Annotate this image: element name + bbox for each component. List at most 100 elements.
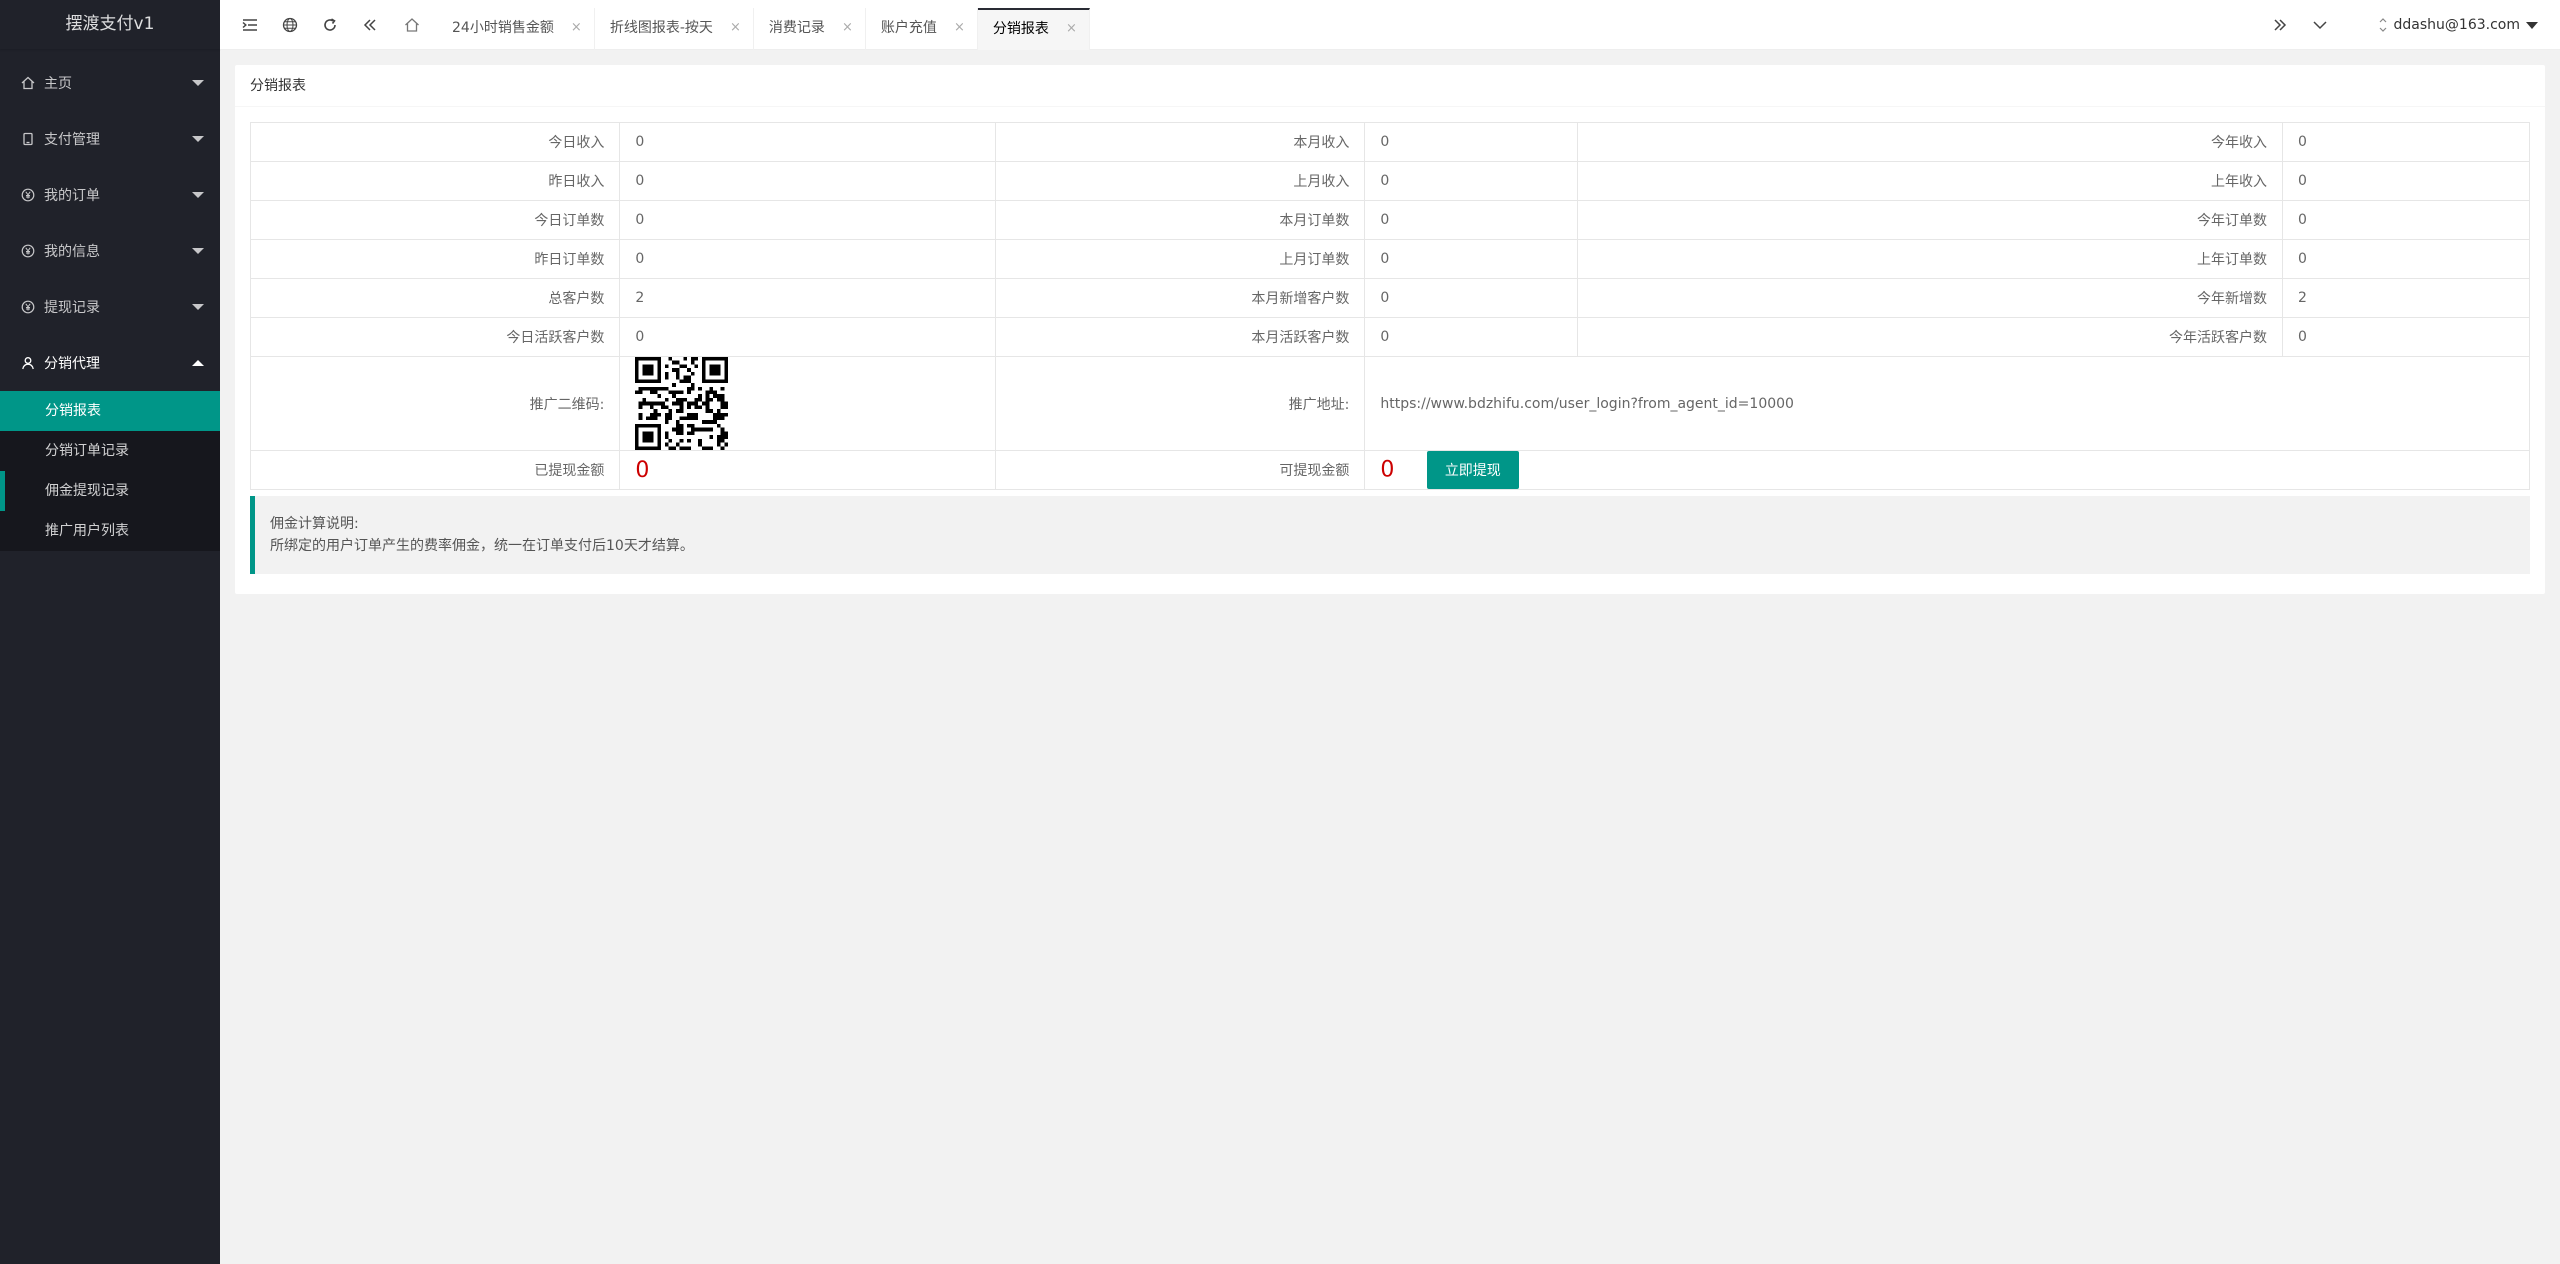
qr-code-image: [635, 357, 729, 450]
stat-value: 0: [619, 161, 996, 201]
report-card: 分销报表 今日收入 0 本月收入 0 今年收入 0 昨日收入 0 上月收入 0 上年收入 0 今日订单数…: [235, 65, 2545, 594]
available-amount-value: 0: [1380, 457, 1395, 483]
stat-value: 0: [1364, 122, 1578, 162]
chevron-up-icon: [192, 360, 204, 366]
commission-note: 佣金计算说明: 所绑定的用户订单产生的费率佣金，统一在订单支付后10天才结算。: [250, 496, 2530, 574]
sidebar-item-orders[interactable]: 我的订单: [0, 167, 220, 223]
sidebar-subitem-commission-withdrawals[interactable]: 佣金提现记录: [0, 471, 220, 511]
tab-label: 折线图报表-按天: [609, 20, 713, 36]
table-row: 推广二维码: 推广地址: https://www.bdzhifu.com/use…: [249, 356, 2530, 451]
stat-label: 本月收入: [994, 122, 1366, 162]
close-icon[interactable]: ×: [571, 8, 582, 48]
stat-value: 2: [2282, 278, 2530, 318]
sidebar-item-label: 分销代理: [44, 356, 100, 372]
user-email: ddashu@163.com: [2393, 17, 2520, 33]
yen-icon: [20, 187, 36, 203]
stat-label: 总客户数: [249, 278, 621, 318]
sidebar-subitem-agent-report[interactable]: 分销报表: [0, 391, 220, 431]
qr-cell: [619, 356, 996, 451]
tab-line-chart-daily[interactable]: 折线图报表-按天 ×: [595, 8, 754, 50]
card-icon: [20, 131, 36, 147]
available-amount-label: 可提现金额: [994, 450, 1366, 490]
close-icon[interactable]: ×: [954, 8, 965, 48]
sidebar-item-payment[interactable]: 支付管理: [0, 111, 220, 167]
yen-icon: [20, 243, 36, 259]
tabs-scroll-left-icon[interactable]: [350, 0, 390, 50]
sidebar-item-withdrawals[interactable]: 提现记录: [0, 279, 220, 335]
stat-label: 上年收入: [1576, 161, 2284, 201]
table-row: 总客户数 2 本月新增客户数 0 今年新增数 2: [249, 278, 2530, 318]
stat-label: 今日活跃客户数: [249, 317, 621, 357]
stat-value: 0: [1364, 200, 1578, 240]
stat-value: 0: [1364, 239, 1578, 279]
withdrawn-amount-cell: 0: [619, 450, 996, 490]
app-logo-title[interactable]: 摆渡支付v1: [0, 0, 220, 49]
stat-value: 0: [2282, 122, 2530, 162]
globe-icon[interactable]: [270, 0, 310, 50]
stat-label: 上年订单数: [1576, 239, 2284, 279]
yen-icon: [20, 299, 36, 315]
table-row: 今日收入 0 本月收入 0 今年收入 0: [249, 122, 2530, 162]
stat-value: 0: [619, 239, 996, 279]
stat-value: 0: [2282, 161, 2530, 201]
sidebar: 摆渡支付v1 主页 支付管理 我的订单 我的信息 提现记录 分销代理 分销报表 …: [0, 0, 220, 1264]
card-body: 今日收入 0 本月收入 0 今年收入 0 昨日收入 0 上月收入 0 上年收入 0 今日订单数 0 本月订单…: [235, 107, 2545, 594]
sidebar-subitem-promoted-users[interactable]: 推广用户列表: [0, 511, 220, 551]
home-icon: [20, 75, 36, 91]
stat-value: 2: [619, 278, 996, 318]
home-tab-icon[interactable]: [392, 0, 432, 50]
stat-label: 本月新增客户数: [994, 278, 1366, 318]
stat-value: 0: [1364, 278, 1578, 318]
tab-24h-sales[interactable]: 24小时销售金额 ×: [437, 8, 595, 50]
user-menu[interactable]: ddashu@163.com: [2394, 0, 2560, 50]
table-row: 已提现金额 0 可提现金额 0 立即提现: [249, 450, 2530, 490]
caret-down-icon: [2526, 21, 2538, 29]
stat-value: 0: [2282, 239, 2530, 279]
promo-url-value[interactable]: https://www.bdzhifu.com/user_login?from_…: [1364, 356, 2530, 451]
tab-consumption-records[interactable]: 消费记录 ×: [754, 8, 866, 50]
close-icon[interactable]: ×: [1066, 10, 1077, 48]
note-title: 佣金计算说明:: [270, 516, 359, 532]
user-icon: [20, 355, 36, 371]
qr-label: 推广二维码:: [249, 356, 621, 451]
chevron-down-icon: [192, 136, 204, 142]
tab-label: 账户充值: [880, 20, 937, 36]
sidebar-item-info[interactable]: 我的信息: [0, 223, 220, 279]
stat-label: 今年新增数: [1576, 278, 2284, 318]
stat-label: 本月活跃客户数: [994, 317, 1366, 357]
sidebar-item-label: 我的订单: [44, 188, 100, 204]
stat-label: 今年活跃客户数: [1576, 317, 2284, 357]
promo-url-label: 推广地址:: [994, 356, 1366, 451]
stat-label: 今日收入: [249, 122, 621, 162]
close-icon[interactable]: ×: [842, 8, 853, 48]
sidebar-item-agent[interactable]: 分销代理: [0, 335, 220, 391]
stat-value: 0: [1364, 317, 1578, 357]
report-table: 今日收入 0 本月收入 0 今年收入 0 昨日收入 0 上月收入 0 上年收入 0 今日订单数 0 本月订单…: [249, 122, 2530, 490]
sidebar-item-home[interactable]: 主页: [0, 55, 220, 111]
stat-label: 本月订单数: [994, 200, 1366, 240]
refresh-icon[interactable]: [310, 0, 350, 50]
table-row: 今日订单数 0 本月订单数 0 今年订单数 0: [249, 200, 2530, 240]
sidebar-subnav: 分销报表 分销订单记录 佣金提现记录 推广用户列表: [0, 391, 220, 551]
chevron-down-icon: [192, 80, 204, 86]
tab-agent-report[interactable]: 分销报表 ×: [977, 8, 1090, 50]
tabs-menu-chevron-down-icon[interactable]: [2300, 0, 2340, 50]
tab-label: 消费记录: [768, 20, 825, 36]
close-icon[interactable]: ×: [730, 8, 741, 48]
chevron-down-icon: [192, 248, 204, 254]
tab-bar: 24小时销售金额 × 折线图报表-按天 × 消费记录 × 账户充值 × 分销报表…: [437, 8, 1090, 50]
stat-value: 0: [1364, 161, 1578, 201]
sidebar-item-label: 提现记录: [44, 300, 100, 316]
menu-toggle-icon[interactable]: [230, 0, 270, 50]
withdrawn-amount-label: 已提现金额: [249, 450, 621, 490]
sidebar-subitem-agent-orders[interactable]: 分销订单记录: [0, 431, 220, 471]
stat-value: 0: [619, 317, 996, 357]
stat-value: 0: [619, 122, 996, 162]
tabs-scroll-right-icon[interactable]: [2260, 0, 2300, 50]
stat-label: 今年收入: [1576, 122, 2284, 162]
withdraw-now-button[interactable]: 立即提现: [1426, 451, 1519, 489]
chevron-down-icon: [192, 304, 204, 310]
sidebar-item-label: 我的信息: [44, 244, 100, 260]
tab-account-recharge[interactable]: 账户充值 ×: [866, 8, 978, 50]
note-text: 所绑定的用户订单产生的费率佣金，统一在订单支付后10天才结算。: [270, 538, 694, 554]
